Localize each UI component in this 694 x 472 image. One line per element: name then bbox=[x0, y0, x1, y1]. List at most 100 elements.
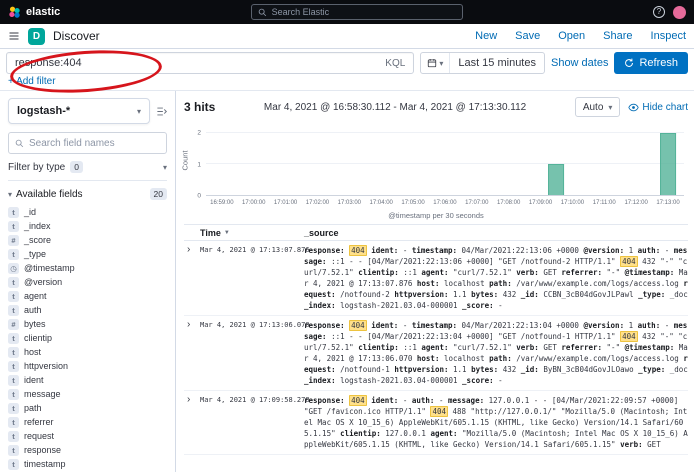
field-list: t_idt_index#_scoret_type◷@timestampt@ver… bbox=[8, 205, 167, 471]
expand-row-button[interactable]: › bbox=[184, 245, 200, 311]
add-filter-button[interactable]: + Add filter bbox=[8, 76, 56, 87]
kql-button[interactable]: KQL bbox=[385, 58, 405, 69]
field-item[interactable]: tmessage bbox=[8, 387, 167, 401]
menu-button[interactable] bbox=[8, 30, 20, 42]
interval-select[interactable]: Auto ▾ bbox=[575, 97, 621, 117]
field-type-icon: t bbox=[8, 431, 19, 442]
query-bar: response:404 KQL ▾ Last 15 minutes Show … bbox=[0, 49, 694, 76]
kibana-discover-app: elastic Search Elastic ? D Discover New … bbox=[0, 0, 694, 472]
available-fields-label: Available fields bbox=[16, 189, 83, 200]
field-item[interactable]: t timestamp bbox=[8, 457, 167, 471]
x-tick-label: 17:05:00 bbox=[401, 200, 424, 206]
field-search-input[interactable]: Search field names bbox=[8, 132, 167, 154]
x-tick-label: 16:59:00 bbox=[210, 200, 233, 206]
field-item[interactable]: tauth bbox=[8, 303, 167, 317]
elastic-logo bbox=[8, 6, 21, 19]
app-title: Discover bbox=[53, 29, 100, 43]
index-pattern-switcher[interactable]: logstash-* ▾ bbox=[8, 98, 150, 124]
elastic-brand[interactable]: elastic bbox=[8, 6, 60, 19]
chart-bar[interactable] bbox=[549, 164, 565, 195]
x-tick-label: 17:06:00 bbox=[433, 200, 456, 206]
field-item[interactable]: thttpversion bbox=[8, 359, 167, 373]
field-name: timestamp bbox=[24, 459, 66, 469]
discover-body: logstash-* ▾ Search field names bbox=[0, 90, 694, 472]
space-badge[interactable]: D bbox=[28, 28, 45, 45]
search-icon bbox=[15, 139, 24, 148]
x-tick-label: 17:11:00 bbox=[593, 200, 616, 206]
refresh-button[interactable]: Refresh bbox=[614, 52, 688, 74]
field-type-icon: t bbox=[8, 459, 19, 470]
field-item[interactable]: t@version bbox=[8, 275, 167, 289]
field-item[interactable]: ◷@timestamp bbox=[8, 261, 167, 275]
field-item[interactable]: tagent bbox=[8, 289, 167, 303]
brand-label: elastic bbox=[26, 6, 60, 18]
x-tick-label: 17:00:00 bbox=[242, 200, 265, 206]
doc-source: response: 404 ident: - auth: - message: … bbox=[304, 395, 688, 450]
field-item[interactable]: #bytes bbox=[8, 317, 167, 331]
field-item[interactable]: t _type bbox=[8, 247, 167, 261]
field-item[interactable]: #_score bbox=[8, 233, 167, 247]
field-item[interactable]: tresponse bbox=[8, 443, 167, 457]
gridline bbox=[206, 132, 684, 133]
date-picker-quick-menu[interactable]: ▾ bbox=[421, 53, 450, 73]
table-row: ›Mar 4, 2021 @ 17:09:58.278response: 404… bbox=[184, 391, 688, 455]
field-item[interactable]: tpath bbox=[8, 401, 167, 415]
time-range-label[interactable]: Last 15 minutes bbox=[450, 57, 544, 69]
field-item[interactable]: t_index bbox=[8, 219, 167, 233]
highlighted-term: 404 bbox=[349, 395, 367, 406]
discover-main: 3 hits Mar 4, 2021 @ 16:58:30.112 - Mar … bbox=[176, 91, 694, 472]
field-item[interactable]: trequest bbox=[8, 429, 167, 443]
hide-chart-button[interactable]: Hide chart bbox=[628, 102, 688, 113]
field-name: _type bbox=[24, 249, 46, 259]
nav-action-open[interactable]: Open bbox=[558, 30, 585, 42]
query-text: response:404 bbox=[15, 57, 82, 69]
field-item[interactable]: tident bbox=[8, 373, 167, 387]
field-name: _index bbox=[24, 221, 51, 231]
doc-source: response: 404 ident: - timestamp: 04/Mar… bbox=[304, 245, 688, 311]
global-search-input[interactable]: Search Elastic bbox=[251, 4, 463, 20]
collapse-sidebar-button[interactable] bbox=[156, 106, 167, 117]
hamburger-icon bbox=[8, 30, 20, 42]
x-tick-label: 17:12:00 bbox=[624, 200, 647, 206]
user-avatar[interactable] bbox=[673, 6, 686, 19]
show-dates-button[interactable]: Show dates bbox=[551, 57, 608, 69]
x-tick-label: 17:04:00 bbox=[370, 200, 393, 206]
highlighted-term: 404 bbox=[620, 256, 638, 267]
x-tick-label: 17:08:00 bbox=[497, 200, 520, 206]
doc-time: Mar 4, 2021 @ 17:13:07.876 bbox=[200, 245, 304, 311]
expand-row-button[interactable]: › bbox=[184, 320, 200, 386]
field-type-icon: t bbox=[8, 347, 19, 358]
field-item[interactable]: tclientip bbox=[8, 331, 167, 345]
chart-bar[interactable] bbox=[660, 133, 676, 195]
query-input[interactable]: response:404 KQL bbox=[6, 52, 414, 74]
field-item[interactable]: thost bbox=[8, 345, 167, 359]
help-icon[interactable]: ? bbox=[653, 6, 665, 18]
field-name: _id bbox=[24, 207, 36, 217]
nav-action-save[interactable]: Save bbox=[515, 30, 540, 42]
doc-table: Time ▼ _source ›Mar 4, 2021 @ 17:13:07.8… bbox=[184, 224, 688, 455]
nav-action-inspect[interactable]: Inspect bbox=[651, 30, 686, 42]
nav-action-new[interactable]: New bbox=[475, 30, 497, 42]
available-fields-header[interactable]: ▾ Available fields 20 bbox=[8, 188, 167, 200]
index-pattern-label: logstash-* bbox=[17, 105, 70, 117]
date-picker[interactable]: ▾ Last 15 minutes bbox=[420, 52, 545, 74]
chart-plot[interactable] bbox=[206, 124, 684, 196]
doc-source: response: 404 ident: - timestamp: 04/Mar… bbox=[304, 320, 688, 386]
field-item[interactable]: treferrer bbox=[8, 415, 167, 429]
field-name: auth bbox=[24, 305, 42, 315]
field-type-icon: t bbox=[8, 249, 19, 260]
global-header: elastic Search Elastic ? bbox=[0, 0, 694, 24]
nav-action-share[interactable]: Share bbox=[603, 30, 632, 42]
highlighted-term: 404 bbox=[620, 331, 638, 342]
filter-by-type-label: Filter by type bbox=[8, 162, 65, 173]
expand-row-button[interactable]: › bbox=[184, 395, 200, 450]
field-item[interactable]: t_id bbox=[8, 205, 167, 219]
x-axis-label: @timestamp per 30 seconds bbox=[184, 211, 688, 220]
column-header-time[interactable]: Time ▼ bbox=[200, 228, 304, 238]
refresh-label: Refresh bbox=[639, 57, 678, 69]
field-name: httpversion bbox=[24, 361, 68, 371]
global-search-placeholder: Search Elastic bbox=[272, 7, 330, 17]
filter-by-type-button[interactable]: Filter by type 0 ▾ bbox=[8, 161, 167, 181]
field-name: @timestamp bbox=[24, 263, 75, 273]
field-name: clientip bbox=[24, 333, 52, 343]
